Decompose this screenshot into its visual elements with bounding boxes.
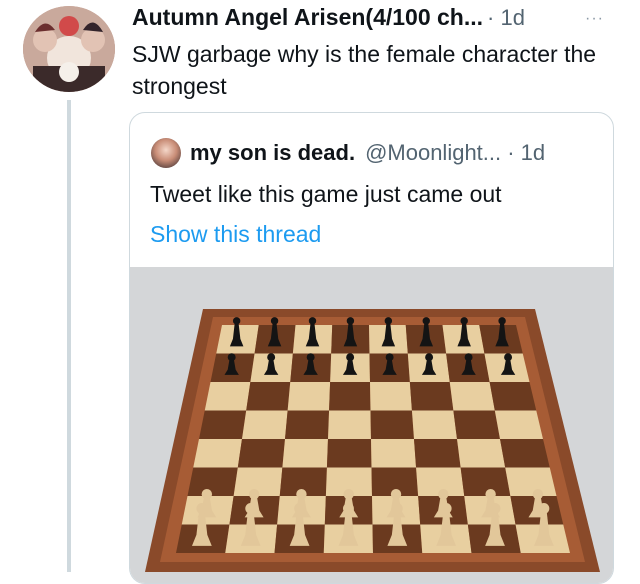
tweet-text: SJW garbage why is the female character … [132,41,597,99]
board-square [237,439,285,468]
board-square [494,410,543,439]
board-square [411,410,457,439]
board-square [328,410,371,439]
board-square [242,410,288,439]
more-options-icon[interactable]: ··· [585,10,604,28]
board-square [489,382,537,411]
board-square [285,410,330,439]
quoted-tweet[interactable]: my son is dead. @Moonlight... · 1d Tweet… [129,112,614,584]
show-thread-link[interactable]: Show this thread [150,221,321,248]
board-square [204,382,251,411]
board-square [409,382,454,411]
board-square [370,410,414,439]
board-square [246,382,291,411]
quoted-header: my son is dead. @Moonlight... · 1d [190,140,545,166]
quoted-text: Tweet like this game just came out [150,181,502,207]
board-square [371,439,417,468]
board-square [193,439,242,468]
board-square [453,410,500,439]
board-square [199,410,247,439]
board-square [500,439,550,468]
board-square [414,439,461,468]
author-avatar[interactable] [23,6,115,92]
author-name[interactable]: Autumn Angel Arisen(4/100 ch... [132,4,483,31]
thread-line [67,100,71,572]
tweet-time[interactable]: · 1d [487,5,525,31]
board-square [457,439,506,468]
board-square [329,382,371,411]
board-square [505,467,557,496]
chessboard-image[interactable] [130,267,613,583]
board-square [282,439,328,468]
board-square [187,467,238,496]
tweet-header: Autumn Angel Arisen(4/100 ch... · 1d [132,4,525,31]
quoted-author-handle[interactable]: @Moonlight... · 1d [365,140,545,166]
quoted-author-name[interactable]: my son is dead. [190,140,355,166]
board-square [460,467,511,496]
quoted-author-avatar[interactable] [151,138,181,168]
board-square [449,382,495,411]
board-square [370,382,412,411]
board-square [326,439,372,468]
board-square [287,382,331,411]
